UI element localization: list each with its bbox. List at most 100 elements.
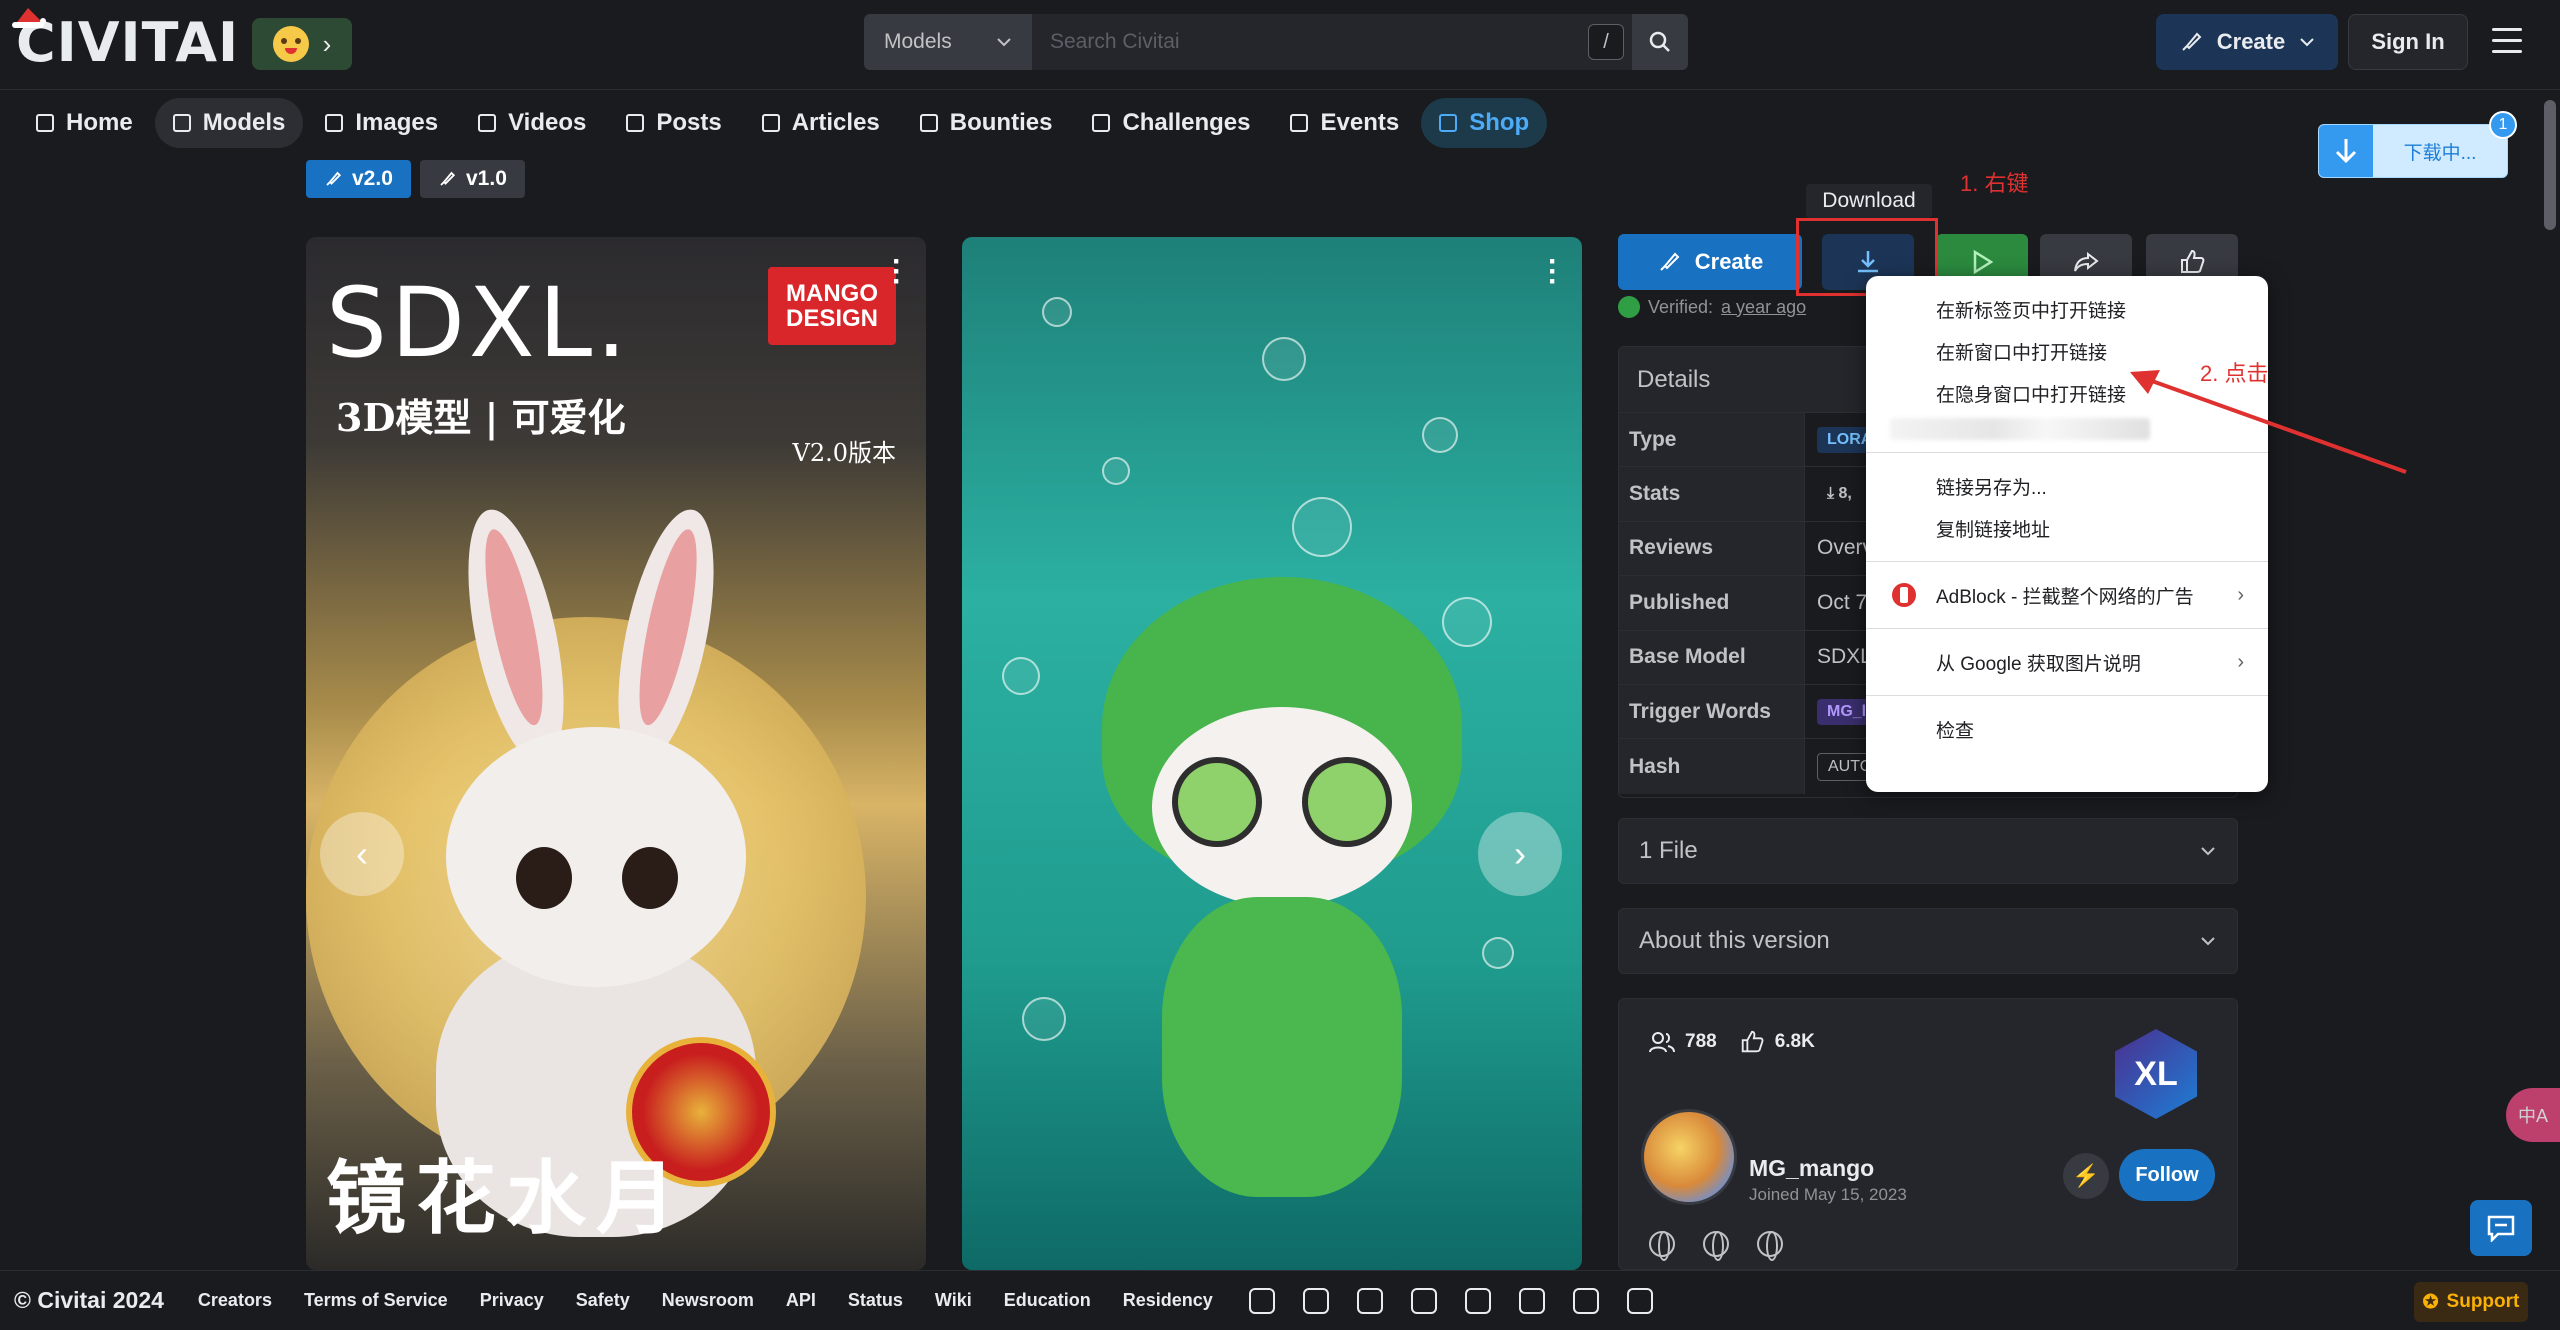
footer-link-terms[interactable]: Terms of Service <box>304 1290 448 1311</box>
header-create-button[interactable]: Create <box>2156 14 2338 70</box>
followers-count: 788 <box>1685 1031 1717 1052</box>
footer-link-creators[interactable]: Creators <box>198 1290 272 1311</box>
globe-icon[interactable] <box>1703 1231 1729 1261</box>
santa-hat-icon <box>12 8 46 28</box>
row-key: Reviews <box>1619 521 1805 576</box>
tip-bolt-button[interactable]: ⚡ <box>2063 1153 2109 1199</box>
nav-label: Challenges <box>1122 109 1251 136</box>
row-key: Stats <box>1619 467 1805 521</box>
hamburger-menu-icon[interactable] <box>2492 28 2522 54</box>
emoji-face-icon <box>272 26 309 62</box>
verified-status: Verified: a year ago <box>1618 296 1806 318</box>
card-more-icon[interactable]: · · · <box>1548 247 1558 297</box>
sign-in-button[interactable]: Sign In <box>2348 14 2468 70</box>
reviews-value[interactable]: Overv <box>1805 522 1873 575</box>
chevron-down-icon <box>2201 847 2215 856</box>
accordion-label: 1 File <box>1639 837 1698 864</box>
chat-button[interactable] <box>2470 1200 2532 1256</box>
footer-link-newsroom[interactable]: Newsroom <box>662 1290 754 1311</box>
support-label: Support <box>2446 1291 2520 1312</box>
copyright-text: © Civitai 2024 <box>14 1287 164 1313</box>
ctx-open-new-tab[interactable]: 在新标签页中打开链接 <box>1866 288 2268 330</box>
nav-videos[interactable]: Videos <box>460 98 604 148</box>
menu-divider <box>1866 561 2268 562</box>
download-progress-popup[interactable]: 下载中... 1 <box>2318 111 2517 178</box>
verified-time-link[interactable]: a year ago <box>1721 297 1806 318</box>
emoji-menu-button[interactable]: › <box>252 18 352 70</box>
brush-icon <box>2182 32 2202 51</box>
civitai-logo[interactable]: CIVITAI <box>12 8 239 74</box>
model-create-button[interactable]: Create <box>1618 234 1802 290</box>
github-icon[interactable] <box>1572 1287 1599 1314</box>
nav-posts[interactable]: Posts <box>608 98 739 148</box>
shop-icon <box>1439 114 1458 132</box>
nav-events[interactable]: Events <box>1272 98 1417 148</box>
creator-name[interactable]: MG_mango <box>1749 1155 1874 1182</box>
youtube-icon[interactable] <box>1410 1287 1437 1314</box>
x-icon[interactable] <box>1302 1287 1329 1314</box>
ctx-inspect[interactable]: 检查 <box>1866 708 2268 750</box>
files-accordion[interactable]: 1 File <box>1618 818 2238 884</box>
row-key: Base Model <box>1619 630 1805 684</box>
nav-challenges[interactable]: Challenges <box>1074 98 1268 148</box>
nav-bounties[interactable]: Bounties <box>902 98 1071 148</box>
instagram-icon[interactable] <box>1356 1287 1383 1314</box>
poster-title: SDXL. <box>326 267 631 379</box>
footer-link-education[interactable]: Education <box>1004 1290 1091 1311</box>
version-tag-v1[interactable]: v1.0 <box>420 160 525 198</box>
create-label: Create <box>2216 29 2286 54</box>
page-scrollbar[interactable] <box>2544 100 2556 230</box>
reddit-icon[interactable] <box>1518 1287 1545 1314</box>
likes-stat: 6.8K <box>1739 1029 1815 1055</box>
footer-link-safety[interactable]: Safety <box>576 1290 630 1311</box>
translate-tab[interactable]: 中A <box>2506 1088 2560 1142</box>
support-button[interactable]: ✪ Support <box>2414 1282 2528 1322</box>
ctx-copy-link-address[interactable]: 复制链接地址 <box>1866 507 2268 549</box>
calendar-icon <box>1290 114 1309 132</box>
posts-icon <box>626 114 645 132</box>
ctx-adblock[interactable]: AdBlock - 拦截整个网络的广告 › <box>1866 574 2268 616</box>
carousel-next-button[interactable]: › <box>1478 812 1562 896</box>
footer-link-status[interactable]: Status <box>848 1290 903 1311</box>
nav-models[interactable]: Models <box>154 98 304 148</box>
footer-link-privacy[interactable]: Privacy <box>480 1290 544 1311</box>
poster-calligraphy: 镜花水月 <box>326 1151 686 1245</box>
about-version-accordion[interactable]: About this version <box>1618 908 2238 974</box>
card-more-icon[interactable]: · · · <box>892 247 902 297</box>
chevron-down-icon <box>2201 937 2215 946</box>
xl-rank-badge: XL <box>2115 1029 2197 1119</box>
globe-icon[interactable] <box>1649 1231 1675 1261</box>
nav-label: Bounties <box>949 109 1053 136</box>
showcase-image-bunny[interactable]: SDXL. MANGO DESIGN 3D模型 | 可爱化 V2.0版本 镜花水月… <box>306 237 926 1270</box>
nav-articles[interactable]: Articles <box>744 98 898 148</box>
search-category-select[interactable]: Models <box>864 14 1032 70</box>
footer-link-api[interactable]: API <box>786 1290 816 1311</box>
footer-link-residency[interactable]: Residency <box>1123 1290 1213 1311</box>
nav-images[interactable]: Images <box>307 98 456 148</box>
search-input[interactable] <box>1032 14 1632 70</box>
base-model-value: SDXL <box>1817 645 1872 669</box>
search-button[interactable] <box>1632 14 1688 70</box>
published-value: Oct 7 <box>1817 590 1868 614</box>
tiktok-icon[interactable] <box>1464 1287 1491 1314</box>
ctx-google-label: 从 Google 获取图片说明 <box>1936 653 2141 675</box>
twitch-icon[interactable] <box>1626 1287 1653 1314</box>
mango-design-badge: MANGO DESIGN <box>768 267 896 345</box>
avatar[interactable] <box>1641 1109 1737 1205</box>
globe-icon[interactable] <box>1757 1231 1783 1261</box>
discord-icon[interactable] <box>1248 1287 1275 1314</box>
row-key: Type <box>1619 413 1805 467</box>
footer-link-wiki[interactable]: Wiki <box>935 1290 972 1311</box>
version-tag-v2[interactable]: v2.0 <box>306 160 411 198</box>
chevron-right-icon: › <box>2237 583 2244 606</box>
likes-count: 6.8K <box>1774 1031 1815 1052</box>
showcase-image-cat[interactable]: · · · <box>962 237 1582 1270</box>
follow-button[interactable]: Follow <box>2119 1149 2215 1201</box>
creator-links <box>1649 1231 1783 1261</box>
nav-home[interactable]: Home <box>18 98 151 148</box>
nav-shop[interactable]: Shop <box>1421 98 1548 148</box>
search-icon <box>1649 31 1670 52</box>
carousel-prev-button[interactable]: ‹ <box>320 812 404 896</box>
ctx-google-image-description[interactable]: 从 Google 获取图片说明 › <box>1866 641 2268 683</box>
thumbs-up-icon <box>1741 1030 1764 1053</box>
